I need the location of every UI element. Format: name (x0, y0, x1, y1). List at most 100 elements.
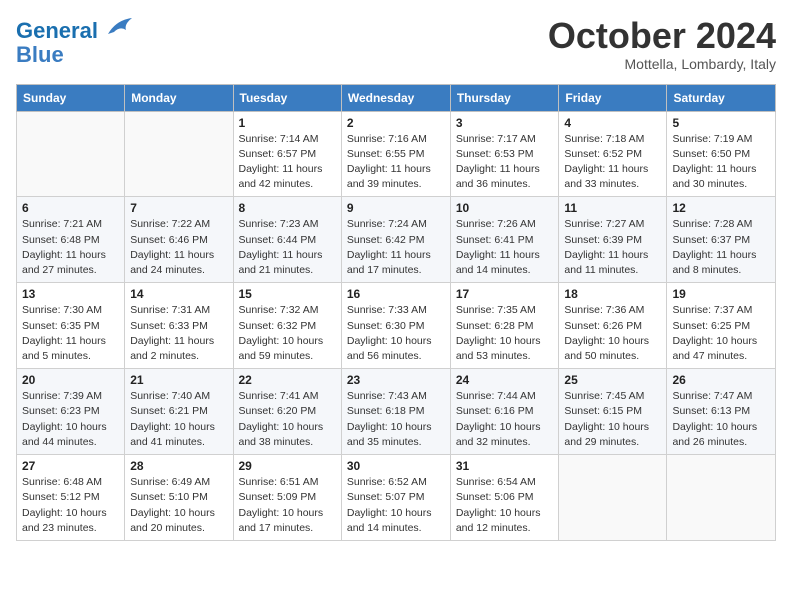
day-info: Sunrise: 7:23 AMSunset: 6:44 PMDaylight:… (239, 217, 336, 278)
header-day-tuesday: Tuesday (233, 84, 341, 111)
location: Mottella, Lombardy, Italy (548, 56, 776, 72)
day-number: 5 (672, 116, 770, 130)
day-number: 16 (347, 287, 445, 301)
calendar-cell: 5 Sunrise: 7:19 AMSunset: 6:50 PMDaylight… (667, 111, 776, 197)
calendar-cell: 28 Sunrise: 6:49 AMSunset: 5:10 PMDayligh… (125, 455, 233, 541)
calendar-cell (125, 111, 233, 197)
calendar-cell: 12 Sunrise: 7:28 AMSunset: 6:37 PMDayligh… (667, 197, 776, 283)
day-number: 22 (239, 373, 336, 387)
day-info: Sunrise: 7:21 AMSunset: 6:48 PMDaylight:… (22, 217, 119, 278)
calendar-cell: 6 Sunrise: 7:21 AMSunset: 6:48 PMDaylight… (17, 197, 125, 283)
header-row: SundayMondayTuesdayWednesdayThursdayFrid… (17, 84, 776, 111)
day-info: Sunrise: 7:45 AMSunset: 6:15 PMDaylight:… (564, 389, 661, 450)
day-info: Sunrise: 6:49 AMSunset: 5:10 PMDaylight:… (130, 475, 227, 536)
day-info: Sunrise: 7:32 AMSunset: 6:32 PMDaylight:… (239, 303, 336, 364)
calendar-cell: 17Sunrise: 7:35 AMSunset: 6:28 PMDayligh… (450, 283, 559, 369)
day-number: 9 (347, 201, 445, 215)
calendar-cell: 24 Sunrise: 7:44 AMSunset: 6:16 PMDayligh… (450, 369, 559, 455)
calendar-cell: 22 Sunrise: 7:41 AMSunset: 6:20 PMDayligh… (233, 369, 341, 455)
calendar-cell: 30Sunrise: 6:52 AMSunset: 5:07 PMDayligh… (341, 455, 450, 541)
header-day-thursday: Thursday (450, 84, 559, 111)
day-info: Sunrise: 7:22 AMSunset: 6:46 PMDaylight:… (130, 217, 227, 278)
month-title: October 2024 (548, 16, 776, 56)
day-info: Sunrise: 7:17 AMSunset: 6:53 PMDaylight:… (456, 132, 554, 193)
calendar-cell (559, 455, 667, 541)
calendar-cell: 29Sunrise: 6:51 AMSunset: 5:09 PMDayligh… (233, 455, 341, 541)
calendar-cell: 27 Sunrise: 6:48 AMSunset: 5:12 PMDayligh… (17, 455, 125, 541)
calendar-cell: 3 Sunrise: 7:17 AMSunset: 6:53 PMDaylight… (450, 111, 559, 197)
day-number: 2 (347, 116, 445, 130)
day-number: 21 (130, 373, 227, 387)
calendar-cell: 2Sunrise: 7:16 AMSunset: 6:55 PMDaylight… (341, 111, 450, 197)
day-number: 7 (130, 201, 227, 215)
calendar-cell: 10 Sunrise: 7:26 AMSunset: 6:41 PMDayligh… (450, 197, 559, 283)
calendar-cell: 14Sunrise: 7:31 AMSunset: 6:33 PMDayligh… (125, 283, 233, 369)
header-day-monday: Monday (125, 84, 233, 111)
logo-bird-icon (106, 16, 134, 38)
calendar-cell: 31Sunrise: 6:54 AMSunset: 5:06 PMDayligh… (450, 455, 559, 541)
calendar-cell (667, 455, 776, 541)
week-row-4: 20Sunrise: 7:39 AMSunset: 6:23 PMDayligh… (17, 369, 776, 455)
logo-blue: Blue (16, 43, 134, 67)
calendar-cell: 19Sunrise: 7:37 AMSunset: 6:25 PMDayligh… (667, 283, 776, 369)
calendar-cell: 18Sunrise: 7:36 AMSunset: 6:26 PMDayligh… (559, 283, 667, 369)
day-number: 10 (456, 201, 554, 215)
calendar-cell: 8 Sunrise: 7:23 AMSunset: 6:44 PMDaylight… (233, 197, 341, 283)
calendar-cell: 1Sunrise: 7:14 AMSunset: 6:57 PMDaylight… (233, 111, 341, 197)
day-info: Sunrise: 7:35 AMSunset: 6:28 PMDaylight:… (456, 303, 554, 364)
calendar-cell: 7 Sunrise: 7:22 AMSunset: 6:46 PMDaylight… (125, 197, 233, 283)
calendar-cell: 4Sunrise: 7:18 AMSunset: 6:52 PMDaylight… (559, 111, 667, 197)
week-row-2: 6 Sunrise: 7:21 AMSunset: 6:48 PMDaylight… (17, 197, 776, 283)
day-info: Sunrise: 7:36 AMSunset: 6:26 PMDaylight:… (564, 303, 661, 364)
title-block: October 2024 Mottella, Lombardy, Italy (548, 16, 776, 72)
calendar-table: SundayMondayTuesdayWednesdayThursdayFrid… (16, 84, 776, 541)
day-number: 12 (672, 201, 770, 215)
week-row-1: 1Sunrise: 7:14 AMSunset: 6:57 PMDaylight… (17, 111, 776, 197)
week-row-5: 27 Sunrise: 6:48 AMSunset: 5:12 PMDayligh… (17, 455, 776, 541)
day-info: Sunrise: 7:30 AMSunset: 6:35 PMDaylight:… (22, 303, 119, 364)
header-day-saturday: Saturday (667, 84, 776, 111)
day-info: Sunrise: 7:18 AMSunset: 6:52 PMDaylight:… (564, 132, 661, 193)
day-info: Sunrise: 7:41 AMSunset: 6:20 PMDaylight:… (239, 389, 336, 450)
calendar-cell: 9 Sunrise: 7:24 AMSunset: 6:42 PMDaylight… (341, 197, 450, 283)
day-info: Sunrise: 7:27 AMSunset: 6:39 PMDaylight:… (564, 217, 661, 278)
day-number: 15 (239, 287, 336, 301)
day-number: 8 (239, 201, 336, 215)
day-number: 1 (239, 116, 336, 130)
day-info: Sunrise: 7:24 AMSunset: 6:42 PMDaylight:… (347, 217, 445, 278)
logo-general: General (16, 18, 98, 43)
day-number: 24 (456, 373, 554, 387)
header-day-wednesday: Wednesday (341, 84, 450, 111)
calendar-cell: 16Sunrise: 7:33 AMSunset: 6:30 PMDayligh… (341, 283, 450, 369)
calendar-cell: 25Sunrise: 7:45 AMSunset: 6:15 PMDayligh… (559, 369, 667, 455)
day-info: Sunrise: 7:43 AMSunset: 6:18 PMDaylight:… (347, 389, 445, 450)
day-info: Sunrise: 7:47 AMSunset: 6:13 PMDaylight:… (672, 389, 770, 450)
week-row-3: 13 Sunrise: 7:30 AMSunset: 6:35 PMDayligh… (17, 283, 776, 369)
calendar-cell: 26 Sunrise: 7:47 AMSunset: 6:13 PMDayligh… (667, 369, 776, 455)
day-info: Sunrise: 7:40 AMSunset: 6:21 PMDaylight:… (130, 389, 227, 450)
day-info: Sunrise: 7:44 AMSunset: 6:16 PMDaylight:… (456, 389, 554, 450)
day-number: 30 (347, 459, 445, 473)
day-info: Sunrise: 7:19 AMSunset: 6:50 PMDaylight:… (672, 132, 770, 193)
calendar-cell: 13 Sunrise: 7:30 AMSunset: 6:35 PMDayligh… (17, 283, 125, 369)
day-number: 27 (22, 459, 119, 473)
day-number: 23 (347, 373, 445, 387)
day-number: 11 (564, 201, 661, 215)
calendar-cell (17, 111, 125, 197)
day-info: Sunrise: 7:39 AMSunset: 6:23 PMDaylight:… (22, 389, 119, 450)
day-number: 6 (22, 201, 119, 215)
day-info: Sunrise: 6:51 AMSunset: 5:09 PMDaylight:… (239, 475, 336, 536)
day-number: 26 (672, 373, 770, 387)
day-info: Sunrise: 6:48 AMSunset: 5:12 PMDaylight:… (22, 475, 119, 536)
day-info: Sunrise: 7:37 AMSunset: 6:25 PMDaylight:… (672, 303, 770, 364)
day-info: Sunrise: 7:26 AMSunset: 6:41 PMDaylight:… (456, 217, 554, 278)
logo-text: General (16, 16, 134, 43)
day-number: 13 (22, 287, 119, 301)
day-number: 3 (456, 116, 554, 130)
header-day-sunday: Sunday (17, 84, 125, 111)
header-day-friday: Friday (559, 84, 667, 111)
page-header: General Blue October 2024 Mottella, Lomb… (16, 16, 776, 72)
day-info: Sunrise: 7:28 AMSunset: 6:37 PMDaylight:… (672, 217, 770, 278)
day-number: 28 (130, 459, 227, 473)
day-number: 14 (130, 287, 227, 301)
